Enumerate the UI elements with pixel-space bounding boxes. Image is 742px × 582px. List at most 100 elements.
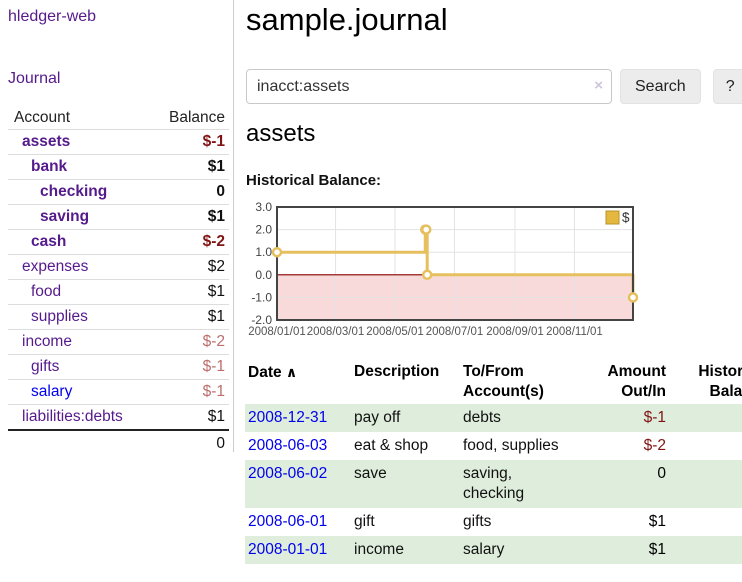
data-point	[273, 248, 281, 256]
search-input-wrap: ×	[246, 69, 612, 104]
account-row-food: food $1	[8, 280, 229, 305]
sidebar-item-journal[interactable]: Journal	[8, 70, 60, 88]
accounts-tree-header: Account Balance	[8, 106, 229, 130]
account-balance: $1	[208, 305, 225, 329]
transaction-date-link[interactable]: 2008-06-03	[245, 432, 351, 460]
account-link[interactable]: income	[8, 330, 72, 354]
register-row: 2008-12-31pay offdebts$-1$-1	[245, 404, 742, 432]
transaction-date-link[interactable]: 2008-12-31	[245, 404, 351, 432]
transaction-description: save	[351, 460, 460, 508]
account-row-saving: saving $1	[8, 205, 229, 230]
transaction-accounts: food, supplies	[460, 432, 595, 460]
register-table: Date ∧DescriptionTo/FromAccount(s)Amount…	[245, 360, 742, 564]
register-row: 2008-06-03eat & shopfood, supplies$-20	[245, 432, 742, 460]
account-balance: $-1	[203, 380, 225, 404]
transaction-date-link[interactable]: 2008-06-02	[245, 460, 351, 508]
account-link[interactable]: food	[8, 280, 61, 304]
account-link[interactable]: salary	[8, 380, 72, 404]
y-tick-label: 0.0	[255, 268, 272, 282]
search-input[interactable]	[246, 69, 612, 104]
accounts-header-account: Account	[14, 106, 70, 129]
account-balance: $1	[208, 205, 225, 229]
x-tick-label: 2008/09/01	[486, 326, 544, 338]
transaction-amount: $-1	[595, 404, 669, 432]
y-tick-label: 2.0	[255, 223, 272, 237]
register-row: 2008-06-02savesaving, checking0$2	[245, 460, 742, 508]
transaction-balance: 0	[669, 432, 742, 460]
transaction-accounts: gifts	[460, 508, 595, 536]
historical-balance-chart: $3.02.01.00.0-1.0-2.02008/01/012008/03/0…	[244, 202, 642, 348]
page-title: sample.journal	[246, 2, 448, 38]
sidebar: hledger-web Journal Account Balance asse…	[0, 0, 233, 582]
account-row-cash: cash $-2	[8, 230, 229, 255]
y-tick-label: -1.0	[251, 290, 272, 304]
account-link[interactable]: gifts	[8, 355, 59, 379]
accounts-header-balance: Balance	[169, 106, 225, 129]
account-balance: $1	[208, 405, 225, 429]
account-link[interactable]: cash	[8, 230, 66, 254]
col-header-date[interactable]: Date ∧	[245, 360, 351, 404]
transaction-amount: $1	[595, 536, 669, 564]
accounts-tree: Account Balance assets $-1 bank $1 checking 0…	[8, 106, 229, 456]
account-balance: $2	[208, 255, 225, 279]
account-balance: $-1	[203, 130, 225, 154]
accounts-total-row: 0	[8, 429, 229, 456]
search-bar: × Search ?	[246, 69, 742, 104]
transaction-date-link[interactable]: 2008-06-01	[245, 508, 351, 536]
transaction-amount: $-2	[595, 432, 669, 460]
col-header-balance[interactable]: HistoricalBalance	[669, 360, 742, 404]
account-balance: $1	[208, 280, 225, 304]
x-tick-label: 2008/07/01	[426, 326, 484, 338]
search-button[interactable]: Search	[620, 69, 701, 104]
x-tick-label: 2008/01/01	[248, 326, 306, 338]
x-tick-label: 2008/03/01	[307, 326, 365, 338]
transaction-description: gift	[351, 508, 460, 536]
transaction-accounts: debts	[460, 404, 595, 432]
register-row: 2008-06-01giftgifts$1$2	[245, 508, 742, 536]
transaction-balance: $2	[669, 460, 742, 508]
help-button[interactable]: ?	[713, 69, 742, 104]
account-balance: $-2	[203, 330, 225, 354]
account-row-salary: salary $-1	[8, 380, 229, 405]
col-header-accounts[interactable]: To/FromAccount(s)	[460, 360, 595, 404]
account-balance: 0	[216, 180, 225, 204]
legend-swatch	[606, 211, 619, 224]
y-tick-label: 3.0	[255, 202, 272, 214]
y-tick-label: 1.0	[255, 245, 272, 259]
sort-asc-icon: ∧	[286, 364, 297, 380]
account-row-bank: bank $1	[8, 155, 229, 180]
account-link[interactable]: bank	[8, 155, 67, 179]
transaction-description: pay off	[351, 404, 460, 432]
transaction-amount: $1	[595, 508, 669, 536]
data-point	[422, 226, 430, 234]
account-link[interactable]: assets	[8, 130, 70, 154]
account-row-supplies: supplies $1	[8, 305, 229, 330]
chart-title: Historical Balance:	[246, 172, 381, 189]
clear-search-icon[interactable]: ×	[594, 77, 603, 95]
accounts-total-value: 0	[216, 431, 225, 456]
data-point	[629, 293, 637, 301]
col-header-description[interactable]: Description	[351, 360, 460, 404]
transaction-description: income	[351, 536, 460, 564]
x-tick-label: 2008/11/01	[546, 326, 603, 338]
account-link[interactable]: checking	[8, 180, 107, 204]
data-point	[423, 271, 431, 279]
account-link[interactable]: expenses	[8, 255, 88, 279]
account-link[interactable]: liabilities:debts	[8, 405, 123, 429]
legend-label: $	[622, 210, 630, 225]
account-row-liabilities-debts: liabilities:debts $1	[8, 405, 229, 429]
brand-link[interactable]: hledger-web	[8, 8, 96, 26]
account-link[interactable]: supplies	[8, 305, 88, 329]
transaction-accounts: salary	[460, 536, 595, 564]
account-row-gifts: gifts$-1	[8, 355, 229, 380]
register-row: 2008-01-01incomesalary$1$1	[245, 536, 742, 564]
transaction-date-link[interactable]: 2008-01-01	[245, 536, 351, 564]
account-balance: $-2	[203, 230, 225, 254]
account-row-expenses: expenses $2	[8, 255, 229, 280]
register-body: 2008-12-31pay offdebts$-1$-12008-06-03ea…	[245, 404, 742, 564]
account-balance: $1	[208, 155, 225, 179]
col-header-amount[interactable]: AmountOut/In	[595, 360, 669, 404]
account-row-checking: checking 0	[8, 180, 229, 205]
x-tick-label: 2008/05/01	[366, 326, 424, 338]
account-link[interactable]: saving	[8, 205, 89, 229]
